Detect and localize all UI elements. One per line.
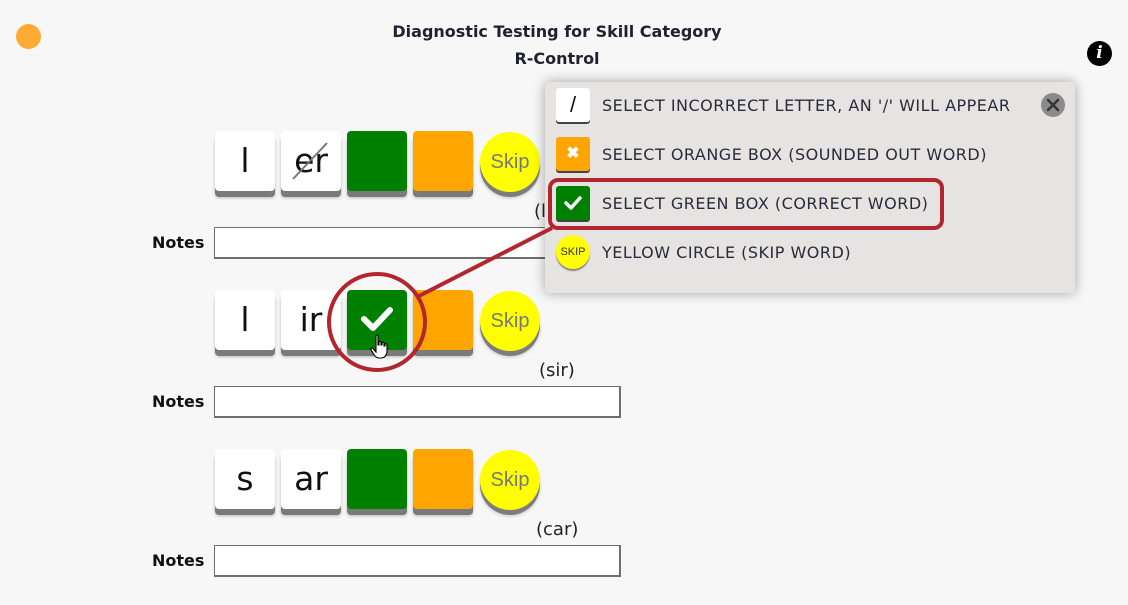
orange-x-swatch-icon: ✖	[556, 137, 590, 171]
letter-tile[interactable]: ir	[281, 290, 341, 350]
letter-tile-text: ir	[299, 300, 323, 339]
close-icon[interactable]	[1041, 93, 1065, 117]
letter-tile[interactable]: s	[215, 449, 275, 509]
correct-word-button-selected[interactable]	[347, 290, 407, 350]
letter-tile[interactable]: l	[215, 290, 275, 350]
slash-swatch-icon: /	[556, 88, 590, 122]
legend-label: SELECT ORANGE BOX (SOUNDED OUT WORD)	[602, 145, 987, 164]
x-glyph-icon	[1046, 98, 1060, 112]
letter-tile-text: l	[240, 300, 250, 339]
legend-label: SELECT GREEN BOX (CORRECT WORD)	[602, 194, 929, 213]
legend-label: SELECT INCORRECT LETTER, AN '/' WILL APP…	[602, 96, 1011, 115]
letter-tile-text: l	[240, 141, 250, 180]
checkmark-icon	[361, 307, 393, 331]
notes-input[interactable]	[214, 545, 621, 577]
letter-tile-text: er	[294, 141, 328, 180]
legend-popup: / SELECT INCORRECT LETTER, AN '/' WILL A…	[545, 82, 1075, 293]
page-title: Diagnostic Testing for Skill Category	[392, 22, 722, 41]
letter-tile-text: ar	[294, 459, 328, 498]
legend-label: YELLOW CIRCLE (SKIP WORD)	[602, 243, 852, 262]
skill-category-subtitle: R-Control	[514, 49, 600, 68]
letter-tile[interactable]: ar	[281, 449, 341, 509]
sounded-out-button[interactable]	[413, 449, 473, 509]
letter-tile[interactable]: l	[215, 131, 275, 191]
legend-item-incorrect-letter: / SELECT INCORRECT LETTER, AN '/' WILL A…	[556, 88, 1056, 124]
notes-input[interactable]	[214, 386, 621, 418]
skip-circle-swatch-icon: SKIP	[556, 235, 590, 269]
page-header: Diagnostic Testing for Skill Category R-…	[0, 18, 1114, 72]
letter-tile-text: s	[236, 459, 254, 498]
skip-button[interactable]: Skip	[480, 450, 540, 510]
notes-label: Notes	[152, 233, 205, 252]
legend-item-skip: SKIP YELLOW CIRCLE (SKIP WORD)	[556, 235, 1056, 271]
notes-label: Notes	[152, 392, 205, 411]
legend-item-sounded-out: ✖ SELECT ORANGE BOX (SOUNDED OUT WORD)	[556, 137, 1056, 173]
correct-word-button[interactable]	[347, 449, 407, 509]
word-hint: (car)	[536, 519, 579, 540]
correct-word-button[interactable]	[347, 131, 407, 191]
letter-tile-incorrect[interactable]: er	[281, 131, 341, 191]
green-check-swatch-icon	[556, 186, 590, 220]
checkmark-icon	[564, 196, 582, 210]
sounded-out-button[interactable]	[413, 290, 473, 350]
sounded-out-button[interactable]	[413, 131, 473, 191]
page: Diagnostic Testing for Skill Category R-…	[0, 0, 1128, 605]
skip-button[interactable]: Skip	[480, 132, 540, 192]
skip-button[interactable]: Skip	[480, 291, 540, 351]
legend-item-correct-word: SELECT GREEN BOX (CORRECT WORD)	[556, 186, 1056, 222]
info-icon[interactable]: i	[1087, 41, 1112, 66]
notes-label: Notes	[152, 551, 205, 570]
word-hint: (sir)	[539, 360, 575, 381]
